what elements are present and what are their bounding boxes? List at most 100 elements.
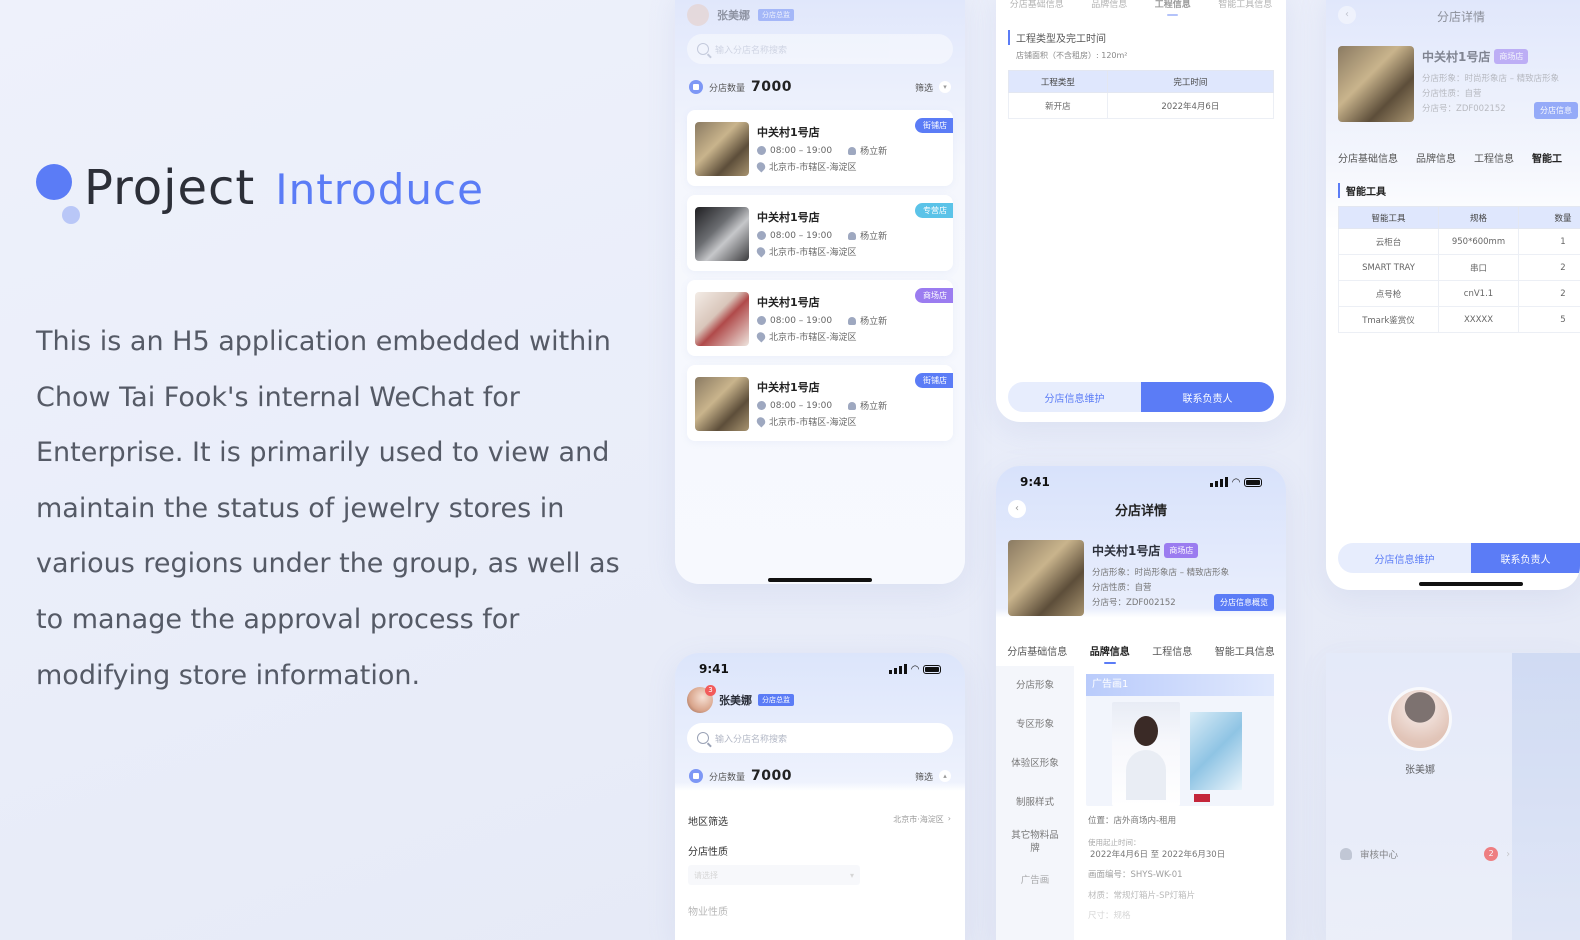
side-nav-item[interactable]: 制服样式 xyxy=(996,783,1074,822)
status-bar: 9:41 ◠ xyxy=(675,653,965,685)
project-title: Project Introduce xyxy=(36,160,636,224)
search-bar[interactable]: 输入分店名称搜索 xyxy=(687,723,953,753)
tab-basic[interactable]: 分店基础信息 xyxy=(1007,643,1067,658)
table-row: Tmark鉴赏仪 XXXXX 5 xyxy=(1338,306,1580,333)
tab-basic[interactable]: 分店基础信息 xyxy=(1338,150,1398,165)
home-indicator xyxy=(768,578,872,582)
table-row: SMART TRAY 串口 2 xyxy=(1338,254,1580,281)
store-card[interactable]: 中关村1号店 08:00 – 19:00 杨立新 北京市-市辖区-海淀区 街铺店 xyxy=(687,365,953,441)
battery-icon xyxy=(923,664,941,674)
table-cell: 新开店 xyxy=(1008,92,1108,119)
store-type-tag: 专营店 xyxy=(915,203,953,218)
avatar[interactable] xyxy=(1388,687,1452,751)
store-name: 中关村1号店 xyxy=(757,126,820,139)
title-accent: Introduce xyxy=(275,165,484,214)
store-card[interactable]: 中关村1号店 08:00 – 19:00 杨立新 北京市-市辖区-海淀区 商场店 xyxy=(687,280,953,356)
user-icon xyxy=(848,401,857,410)
tab-engineering[interactable]: 工程信息 xyxy=(1155,0,1191,16)
detail-tabs: 分店基础信息 品牌信息 工程信息 智能工具信息 xyxy=(996,0,1286,16)
table-cell: 串口 xyxy=(1438,254,1519,281)
preview-button[interactable]: 分店信息概览 xyxy=(1214,594,1274,611)
tab-brand[interactable]: 品牌信息 xyxy=(1090,643,1130,664)
contact-manager-button[interactable]: 联系负责人 xyxy=(1141,382,1274,412)
side-nav-item[interactable]: 体验区形象 xyxy=(996,744,1074,783)
store-name: 中关村1号店 xyxy=(757,296,820,309)
store-heading: 中关村1号店 商场店 xyxy=(1092,542,1199,559)
store-image-type: 分店形象：时尚形象店 – 精致店形象 xyxy=(1092,568,1230,578)
side-nav-item[interactable]: 专区形象 xyxy=(996,705,1074,744)
side-nav-item[interactable]: 其它物料品牌 xyxy=(996,822,1074,861)
smart-tools-table: 智能工具 规格 数量 云柜台 950*600mm 1 SMART TRAY 串口 2 点… xyxy=(1338,206,1580,333)
tab-tools[interactable]: 智能工 xyxy=(1532,150,1562,165)
tab-tools[interactable]: 智能工具信息 xyxy=(1218,0,1272,10)
chevron-down-icon: ▾ xyxy=(849,870,854,880)
detail-tabs: 分店基础信息 品牌信息 工程信息 智能工具信息 xyxy=(996,634,1286,666)
table-cell: SMART TRAY xyxy=(1338,254,1439,281)
tab-tools[interactable]: 智能工具信息 xyxy=(1215,643,1275,658)
search-input[interactable]: 输入分店名称搜索 xyxy=(715,732,787,745)
side-nav-item[interactable]: 分店形象 xyxy=(996,666,1074,705)
status-time: 9:41 xyxy=(1020,475,1050,489)
store-number: 分店号：ZDF002152 xyxy=(1422,104,1506,114)
store-image-type: 分店形象：时尚形象店 – 精致店形象 xyxy=(1422,74,1560,84)
engineering-info-screen: 分店基础信息 品牌信息 工程信息 智能工具信息 工程类型及完工时间 店铺面积（不… xyxy=(996,0,1286,422)
location-pin-icon xyxy=(754,245,768,258)
search-input[interactable]: 输入分店名称搜索 xyxy=(715,43,787,56)
store-type-tag: 商场店 xyxy=(1164,543,1199,558)
count-label: 分店数量 xyxy=(709,772,746,783)
region-filter-value[interactable]: 北京市·海淀区 › xyxy=(893,814,951,825)
store-card[interactable]: 中关村1号店 08:00 – 19:00 杨立新 北京市-市辖区-海淀区 专营店 xyxy=(687,195,953,271)
store-photo xyxy=(695,122,749,176)
side-nav-item[interactable]: 广告画 xyxy=(996,861,1074,900)
location-pin-icon xyxy=(754,330,768,343)
filter-panel: 地区筛选 北京市·海淀区 › 分店性质 请选择 ▾ 物业性质 xyxy=(675,795,965,940)
approval-label: 审核中心 xyxy=(1360,850,1399,861)
filter-button[interactable]: 筛选 ▾ xyxy=(915,81,951,94)
store-card[interactable]: 中关村1号店 08:00 – 19:00 杨立新 北京市-市辖区-海淀区 街铺店 xyxy=(687,110,953,186)
store-manager: 杨立新 xyxy=(860,232,888,242)
table-cell: 云柜台 xyxy=(1338,228,1439,255)
tab-basic[interactable]: 分店基础信息 xyxy=(1010,0,1064,10)
count-label: 分店数量 xyxy=(709,83,746,94)
tab-engineering[interactable]: 工程信息 xyxy=(1474,150,1514,165)
profile-screen: 张美娜 审核中心 2 › xyxy=(1326,653,1580,940)
store-nature-select[interactable]: 请选择 ▾ xyxy=(688,865,860,885)
ad-image-portrait xyxy=(1112,702,1180,806)
filter-button[interactable]: 筛选 ▴ xyxy=(915,770,951,783)
maintain-info-button[interactable]: 分店信息维护 xyxy=(1338,543,1472,573)
ad-material: 材质：常规灯箱片-SP灯箱片 xyxy=(1088,891,1196,901)
wifi-icon: ◠ xyxy=(911,663,919,675)
maintain-info-button[interactable]: 分店信息维护 xyxy=(1008,382,1141,412)
search-bar[interactable]: 输入分店名称搜索 xyxy=(687,34,953,64)
avatar[interactable] xyxy=(687,4,709,26)
preview-button[interactable]: 分店信息 xyxy=(1534,102,1578,119)
region-filter-label: 地区筛选 xyxy=(688,817,728,828)
approval-center-row[interactable]: 审核中心 2 › xyxy=(1340,847,1510,861)
title-dot-small xyxy=(62,206,80,224)
location-pin-icon xyxy=(754,415,768,428)
contact-manager-button[interactable]: 联系负责人 xyxy=(1471,543,1580,573)
store-icon xyxy=(689,80,703,94)
store-name: 中关村1号店 xyxy=(757,211,820,224)
ad-period-value: 2022年4月6日 至 2022年6月30日 xyxy=(1090,850,1226,860)
tab-engineering[interactable]: 工程信息 xyxy=(1152,643,1192,658)
store-nature: 分店性质：自营 xyxy=(1092,583,1152,593)
user-icon xyxy=(848,316,857,325)
avatar[interactable]: 3 xyxy=(687,685,716,713)
tab-brand[interactable]: 品牌信息 xyxy=(1416,150,1456,165)
store-type-tag: 街铺店 xyxy=(915,373,953,388)
tab-brand[interactable]: 品牌信息 xyxy=(1091,0,1127,10)
search-icon xyxy=(697,43,709,55)
store-name: 中关村1号店 xyxy=(1422,50,1491,64)
signal-icon xyxy=(889,664,908,674)
table-cell: 1 xyxy=(1518,228,1580,255)
table-cell: 950*600mm xyxy=(1438,228,1519,255)
table-header: 规格 xyxy=(1438,206,1519,229)
project-description: This is an H5 application embedded withi… xyxy=(36,326,620,691)
table-cell: XXXXX xyxy=(1438,306,1519,333)
search-icon xyxy=(697,732,709,744)
user-header: 张美娜 分店总监 xyxy=(687,4,794,26)
section-title: 智能工具 xyxy=(1338,183,1386,198)
store-nature-label: 分店性质 xyxy=(688,847,728,858)
back-button[interactable]: ‹ xyxy=(1338,6,1356,24)
